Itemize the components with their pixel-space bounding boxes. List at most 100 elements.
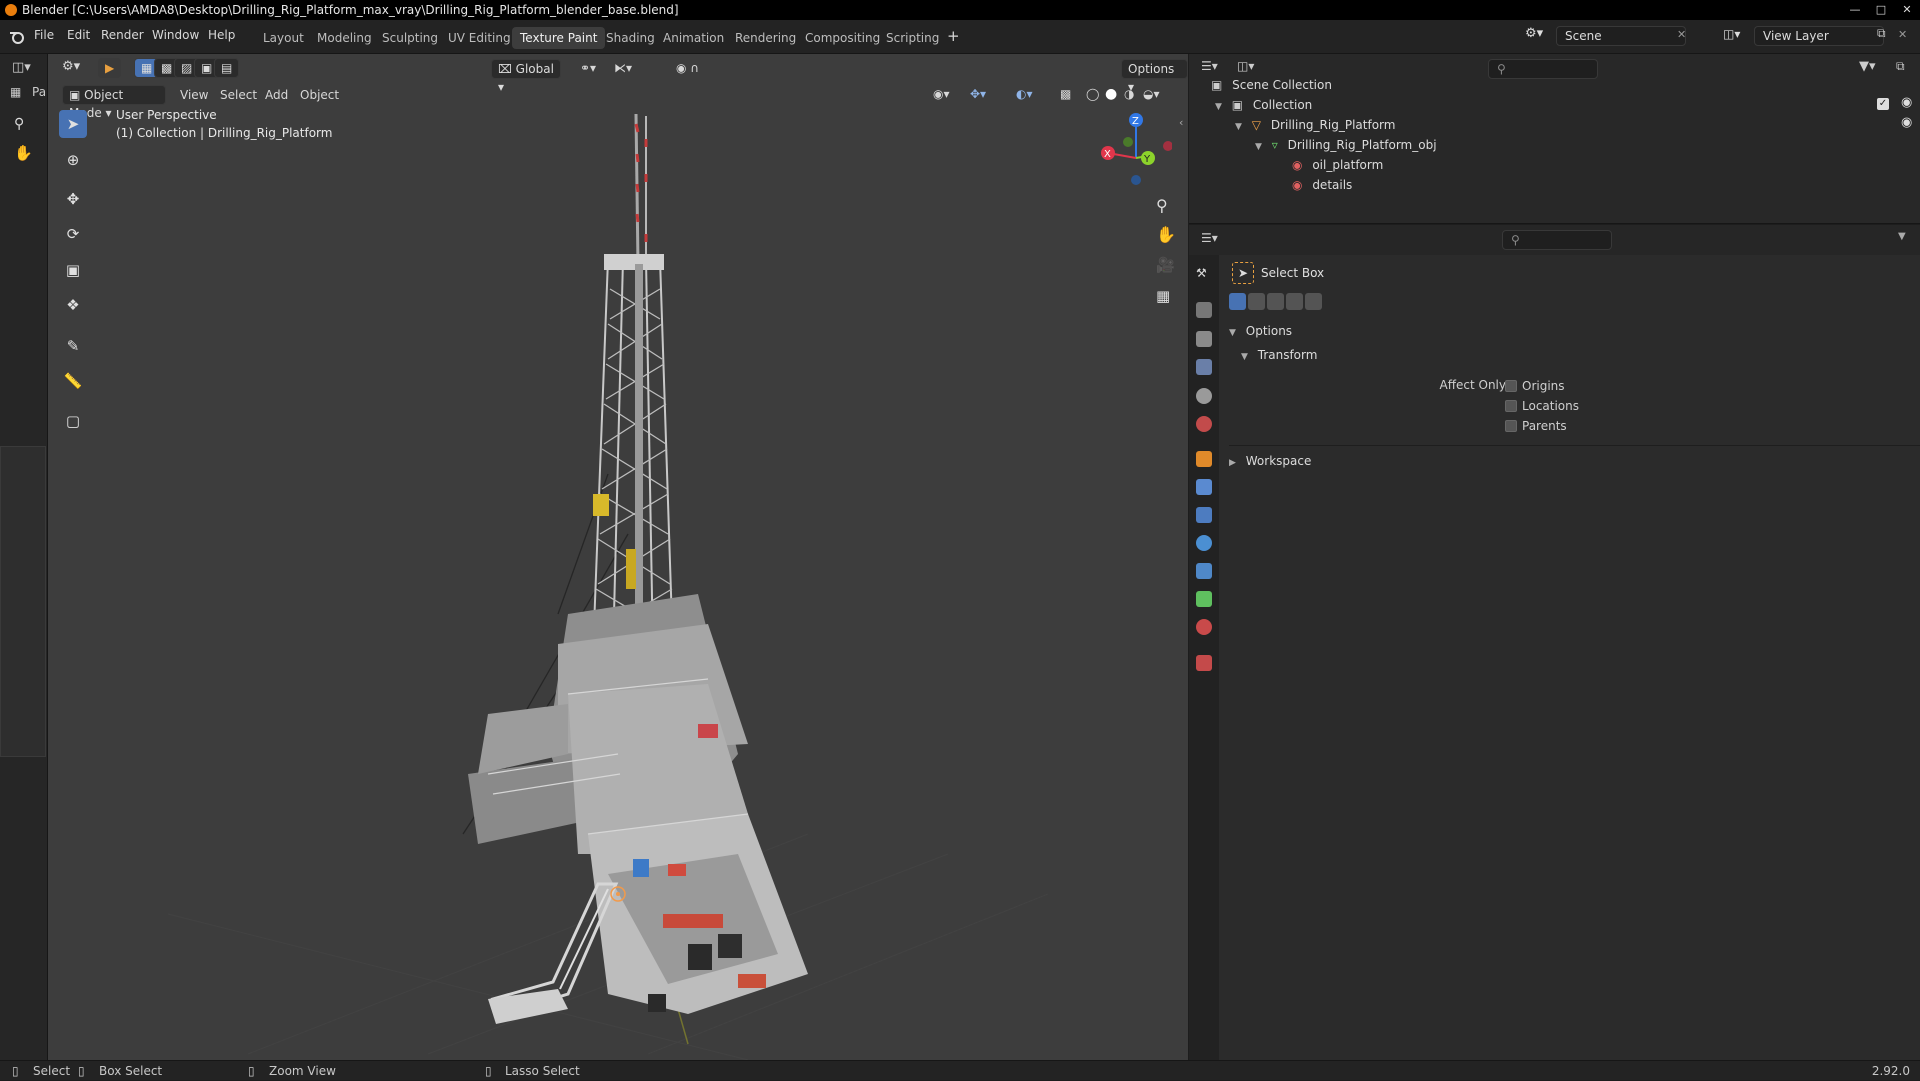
tab-world-icon[interactable] — [1196, 416, 1212, 432]
outliner-row[interactable]: ◉ details — [1292, 175, 1352, 195]
checkbox-box[interactable] — [1505, 420, 1517, 432]
menu-help[interactable]: Help — [208, 28, 235, 42]
locations-checkbox[interactable]: Locations — [1505, 397, 1579, 415]
expand-icon[interactable]: ▼ — [1215, 102, 1222, 112]
properties-editor-icon[interactable]: ☰▾ — [1201, 231, 1218, 245]
zoom-view-icon[interactable]: ⚲ — [1156, 196, 1168, 215]
expand-icon[interactable]: ▼ — [1235, 122, 1242, 132]
toolbar-scroll-region[interactable] — [0, 446, 46, 757]
scene-remove-icon[interactable]: ✕ — [1677, 28, 1686, 41]
pivot-point-icon[interactable]: ⚭▾ — [580, 61, 596, 75]
visibility-icon[interactable]: ◉▾ — [933, 87, 950, 101]
mode-intersect-icon[interactable] — [1305, 293, 1322, 310]
mode-extend-icon[interactable] — [1248, 293, 1265, 310]
options-dropdown[interactable]: Options ▾ — [1121, 59, 1188, 94]
close-icon[interactable]: ✕ — [1894, 0, 1920, 20]
editor-type-2-icon[interactable]: ⚙▾ — [62, 59, 80, 74]
menu-file[interactable]: File — [34, 28, 54, 42]
checkbox-box[interactable] — [1505, 400, 1517, 412]
shading-material-icon[interactable]: ◑ — [1124, 87, 1134, 101]
camera-view-icon[interactable]: 🎥 — [1156, 256, 1175, 274]
viewport-menu-object[interactable]: Object — [300, 88, 339, 102]
checkbox-box[interactable] — [1505, 380, 1517, 392]
tab-scripting[interactable]: Scripting — [878, 27, 947, 49]
navigation-gizmo[interactable]: Z X Y — [1092, 108, 1172, 188]
tab-view-layer-icon[interactable] — [1196, 359, 1212, 375]
snap-icon[interactable]: ⧔▾ — [614, 61, 632, 75]
tab-shading[interactable]: Shading — [598, 27, 663, 49]
add-workspace-icon[interactable]: + — [947, 27, 960, 45]
view-layer-icon[interactable]: ◫▾ — [1723, 27, 1740, 41]
mode-invert-icon[interactable] — [1286, 293, 1303, 310]
exclude-checkbox-icon[interactable]: ✓ — [1877, 98, 1889, 110]
mode-subtract-icon[interactable] — [1267, 293, 1284, 310]
tool-scale[interactable]: ▣ — [59, 256, 87, 284]
view-layer-new-icon[interactable]: ⧉ — [1877, 26, 1886, 41]
parents-checkbox[interactable]: Parents — [1505, 417, 1567, 435]
transform-subpanel-header[interactable]: ▼ Transform — [1241, 344, 1920, 366]
outliner-editor-icon[interactable]: ☰▾ — [1201, 59, 1218, 73]
tab-sculpting[interactable]: Sculpting — [374, 27, 446, 49]
tab-render-icon[interactable] — [1196, 302, 1212, 318]
workspace-panel-header[interactable]: ▶ Workspace — [1229, 450, 1920, 472]
tab-physics-icon[interactable] — [1196, 535, 1212, 551]
origins-checkbox[interactable]: Origins — [1505, 377, 1565, 395]
transform-orientation-dropdown[interactable]: ⌧ Global ▾ — [491, 59, 561, 94]
select-mode-invert-icon[interactable]: ▤ — [214, 58, 240, 78]
outliner-search-input[interactable]: ⚲ — [1488, 59, 1598, 79]
tab-modifier-icon[interactable] — [1196, 479, 1212, 495]
menu-window[interactable]: Window — [152, 28, 199, 42]
outliner-row[interactable]: ▼ ▽ Drilling_Rig_Platform — [1235, 115, 1395, 135]
tab-tool-icon[interactable]: ⚒ — [1196, 266, 1212, 282]
shading-wireframe-icon[interactable]: ◯ — [1086, 87, 1099, 101]
tab-rendering[interactable]: Rendering — [727, 27, 804, 49]
tab-animation[interactable]: Animation — [655, 27, 732, 49]
chevron-down-icon[interactable]: ▼ — [1898, 231, 1906, 242]
new-collection-icon[interactable]: ⧉ — [1896, 59, 1905, 74]
tab-scene-icon[interactable] — [1196, 388, 1212, 404]
tab-compositing[interactable]: Compositing — [797, 27, 888, 49]
options-panel-header[interactable]: ▼ Options — [1229, 320, 1920, 342]
viewport-menu-select[interactable]: Select — [220, 88, 257, 102]
eye-icon[interactable]: ◉ — [1901, 95, 1912, 110]
sidebar-toggle-icon[interactable]: ‹ — [1179, 116, 1183, 129]
outliner-row[interactable]: ◉ oil_platform — [1292, 155, 1383, 175]
minimize-icon[interactable]: — — [1842, 0, 1868, 20]
maximize-icon[interactable]: □ — [1868, 0, 1894, 20]
view-layer-remove-icon[interactable]: ✕ — [1898, 28, 1907, 41]
paint-mode-icon[interactable]: ▦ — [10, 85, 21, 99]
scene-name-field[interactable]: Scene — [1556, 26, 1686, 46]
tab-layout[interactable]: Layout — [255, 27, 312, 49]
select-tool-icon[interactable]: ▶ — [98, 58, 122, 78]
tab-material-icon[interactable] — [1196, 619, 1212, 635]
ortho-toggle-icon[interactable]: ▦ — [1156, 287, 1170, 305]
expand-icon[interactable]: ▼ — [1255, 142, 1262, 152]
eye-icon[interactable]: ◉ — [1901, 115, 1912, 130]
tab-uv-editing[interactable]: UV Editing — [440, 27, 519, 49]
hand-pan-icon[interactable]: ✋ — [14, 144, 33, 162]
tab-texture-icon[interactable] — [1196, 655, 1212, 671]
tab-output-icon[interactable] — [1196, 331, 1212, 347]
tab-data-icon[interactable] — [1196, 591, 1212, 607]
shading-solid-icon[interactable]: ● — [1105, 86, 1117, 102]
tool-rotate[interactable]: ⟳ — [59, 220, 87, 248]
viewport-menu-view[interactable]: View — [180, 88, 208, 102]
properties-search-input[interactable]: ⚲ — [1502, 230, 1612, 250]
outliner-row[interactable]: ▼ ▿ Drilling_Rig_Platform_obj — [1255, 135, 1437, 155]
gizmo-toggle-icon[interactable]: ✥▾ — [970, 87, 986, 101]
display-mode-icon[interactable]: ◫▾ — [1237, 59, 1254, 73]
tab-object-icon[interactable] — [1196, 451, 1212, 467]
zoom-icon[interactable]: ⚲ — [14, 116, 24, 132]
scene-selector-icon[interactable]: ⚙▾ — [1525, 26, 1553, 46]
tool-select-box[interactable]: ➤ — [59, 110, 87, 138]
outliner-row[interactable]: ▣ Scene Collection — [1211, 75, 1332, 95]
menu-edit[interactable]: Edit — [67, 28, 90, 42]
tool-add-cube[interactable]: ▢ — [59, 407, 87, 435]
mode-set-icon[interactable] — [1229, 293, 1246, 310]
tab-texture-paint[interactable]: Texture Paint — [512, 27, 606, 49]
outliner-row[interactable]: ▼ ▣ Collection — [1215, 95, 1312, 115]
xray-toggle-icon[interactable]: ▩ — [1060, 87, 1071, 101]
tab-modeling[interactable]: Modeling — [309, 27, 380, 49]
view-layer-field[interactable]: View Layer — [1754, 26, 1884, 46]
mode-dropdown[interactable]: ▣ Object Mode ▾ — [62, 85, 166, 120]
